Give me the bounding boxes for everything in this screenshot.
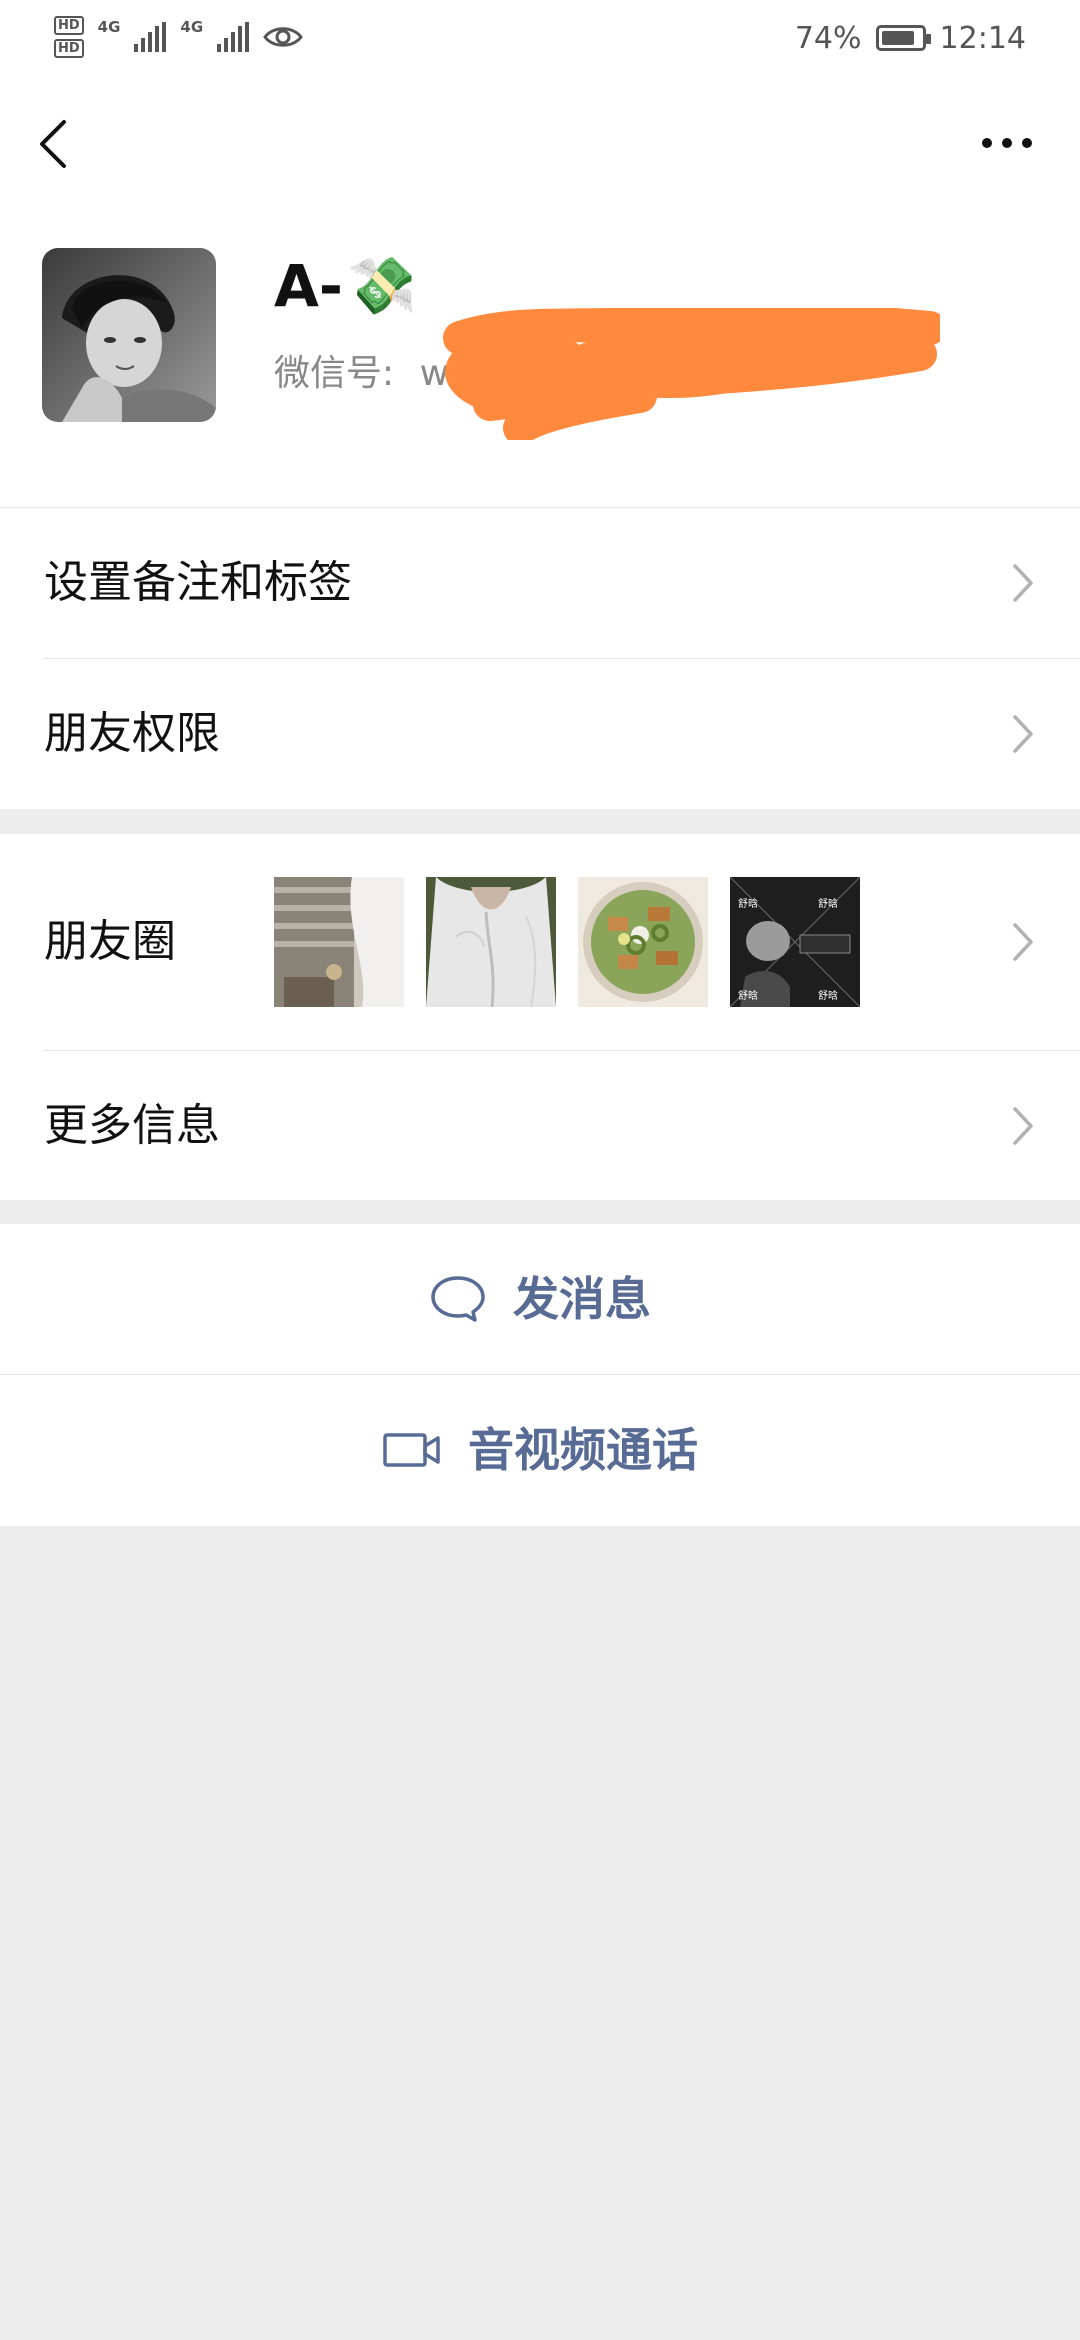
thumb-caption: 舒晗 [738, 989, 758, 1002]
hd-icon: HD [54, 16, 84, 35]
moments-row[interactable]: 朋友圈 舒晗 舒晗 舒晗 舒晗 [0, 834, 1080, 1050]
settings-group: 设置备注和标签 朋友权限 [0, 507, 1080, 809]
profile-name-text: A- [274, 252, 343, 320]
more-info-row[interactable]: 更多信息 [0, 1051, 1080, 1200]
moment-thumbnail: 舒晗 舒晗 舒晗 舒晗 [730, 877, 860, 1007]
battery-icon [875, 25, 931, 51]
more-info-label: 更多信息 [44, 1100, 220, 1151]
network-type: 4G [97, 18, 121, 36]
redaction-scribble [443, 308, 940, 440]
status-bar: HD HD 4G 4G 74% 12:14 [0, 0, 1080, 72]
profile-header: A- 💸 微信号: w [0, 212, 1080, 507]
status-right: 74% 12:14 [795, 18, 1026, 58]
chevron-right-icon [1013, 715, 1033, 753]
moments-group: 朋友圈 舒晗 舒晗 舒晗 舒晗 更多信息 [0, 834, 1080, 1200]
wechat-id-label: 微信号: [274, 353, 395, 394]
signal-icon [217, 22, 250, 52]
clock: 12:14 [939, 20, 1026, 56]
video-call-label: 音视频通话 [468, 1423, 698, 1477]
moment-thumbnail [274, 877, 404, 1007]
thumb-caption: 舒晗 [818, 989, 838, 1002]
moment-thumbnail [578, 877, 708, 1007]
wechat-id: 微信号: w [274, 344, 449, 396]
thumb-caption: 舒晗 [818, 897, 838, 910]
hd-icon: HD [54, 39, 84, 58]
signal-icon [134, 22, 167, 52]
more-dots-icon[interactable] [982, 138, 1032, 148]
eye-icon [263, 27, 304, 47]
send-message-button[interactable]: 发消息 [0, 1224, 1080, 1374]
chevron-right-icon [1013, 564, 1033, 602]
friend-permissions-label: 朋友权限 [44, 708, 220, 759]
flying-money-icon: 💸 [346, 254, 417, 319]
chevron-right-icon [1013, 1107, 1033, 1145]
nav-bar [0, 72, 1080, 212]
moment-thumbnail [426, 877, 556, 1007]
send-message-label: 发消息 [513, 1272, 651, 1326]
network-type: 4G [180, 18, 204, 36]
remark-tags-row[interactable]: 设置备注和标签 [0, 508, 1080, 658]
actions-group: 发消息 音视频通话 [0, 1224, 1080, 1526]
thumb-caption: 舒晗 [738, 897, 758, 910]
remark-tags-label: 设置备注和标签 [44, 557, 352, 608]
video-camera-icon [383, 1433, 440, 1467]
profile-name: A- 💸 [274, 252, 417, 320]
friend-permissions-row[interactable]: 朋友权限 [0, 659, 1080, 809]
chevron-right-icon [1013, 923, 1033, 961]
chat-bubble-icon [431, 1276, 485, 1322]
chevron-left-icon[interactable] [36, 116, 72, 172]
avatar[interactable] [42, 248, 216, 422]
moments-label: 朋友圈 [44, 916, 176, 967]
video-call-button[interactable]: 音视频通话 [0, 1375, 1080, 1526]
battery-percent: 74% [794, 20, 862, 56]
status-left: HD HD 4G 4G [54, 12, 304, 62]
